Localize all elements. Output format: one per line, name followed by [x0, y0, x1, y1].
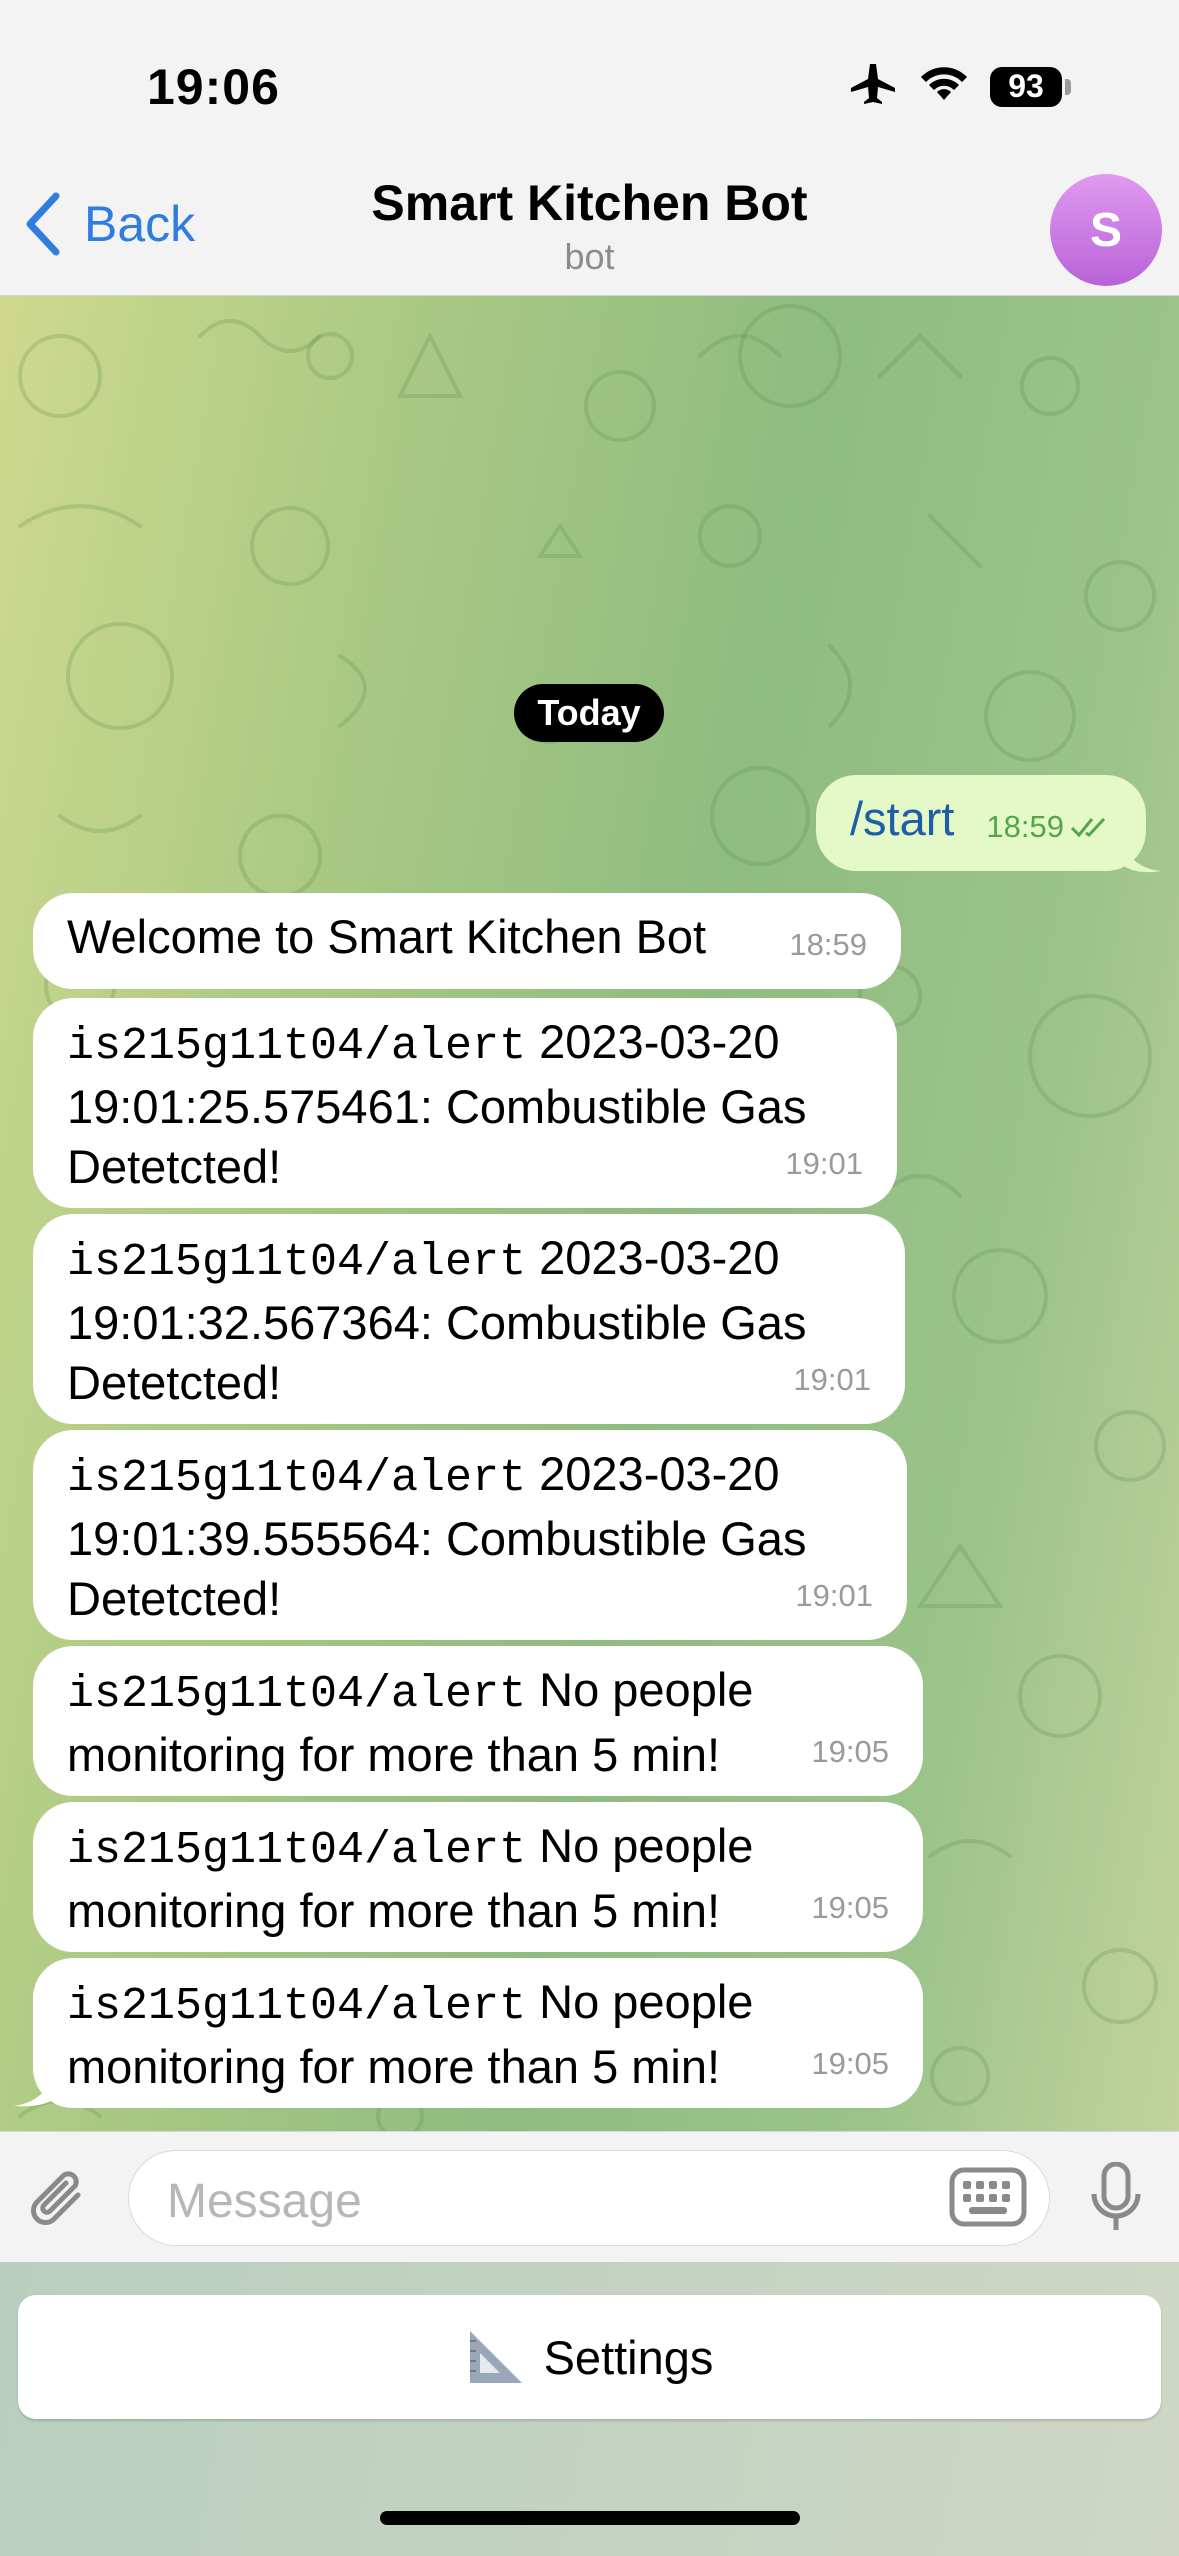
- message-time: 18:59: [986, 797, 1112, 857]
- avatar[interactable]: S: [1050, 174, 1162, 286]
- paperclip-icon[interactable]: [28, 2165, 94, 2240]
- chat-area[interactable]: Today /start 18:59 Welcome to Smart Kitc…: [0, 296, 1179, 2131]
- settings-label: Settings: [543, 2330, 714, 2384]
- message-line: is215g11t04/alert 2023-03-20: [67, 1015, 780, 1072]
- message-field[interactable]: [128, 2150, 1050, 2246]
- airplane-icon: [848, 62, 898, 111]
- top-bar: 19:06 93 Back Smart Kitchen Bot bot S: [0, 0, 1179, 296]
- message-text: /start: [850, 792, 955, 845]
- message-line: is215g11t04/alert 2023-03-20: [67, 1447, 780, 1504]
- incoming-message[interactable]: is215g11t04/alert 2023-03-20 19:01:39.55…: [33, 1430, 907, 1640]
- double-check-icon: [1070, 817, 1106, 838]
- message-line: Detetcted!: [67, 1140, 282, 1193]
- message-time: 19:01: [795, 1578, 873, 1613]
- message-time: 19:01: [785, 1146, 863, 1181]
- status-time: 19:06: [147, 59, 280, 115]
- message-line: monitoring for more than 5 min!: [67, 2040, 721, 2093]
- incoming-message[interactable]: is215g11t04/alert 2023-03-20 19:01:25.57…: [33, 998, 897, 1208]
- message-topic: is215g11t04/alert: [67, 1981, 527, 2032]
- bubble-tail: [1122, 841, 1162, 873]
- message-time: 19:05: [811, 1734, 889, 1769]
- incoming-message[interactable]: is215g11t04/alert No people monitoring f…: [33, 1958, 923, 2108]
- incoming-message[interactable]: Welcome to Smart Kitchen Bot 18:59: [33, 893, 901, 989]
- message-line: 19:01:32.567364: Combustible Gas: [67, 1296, 807, 1349]
- outgoing-message[interactable]: /start 18:59: [816, 775, 1146, 871]
- microphone-icon[interactable]: [1090, 2161, 1142, 2239]
- message-line: monitoring for more than 5 min!: [67, 1728, 721, 1781]
- status-icons: 93: [848, 62, 1071, 111]
- keyboard-icon[interactable]: [949, 2167, 1027, 2232]
- chat-title[interactable]: Smart Kitchen Bot: [0, 174, 1179, 232]
- message-line: monitoring for more than 5 min!: [67, 1884, 721, 1937]
- wifi-icon: [920, 64, 968, 109]
- bot-keyboard: Settings: [0, 2262, 1179, 2556]
- chat-subtitle: bot: [564, 236, 615, 277]
- message-topic: is215g11t04/alert: [67, 1453, 527, 1504]
- message-line: Detetcted!: [67, 1356, 282, 1409]
- battery-icon: 93: [990, 66, 1071, 107]
- triangle-ruler-icon: [469, 2331, 522, 2383]
- message-line: 19:01:25.575461: Combustible Gas: [67, 1080, 807, 1133]
- bubble-tail: [14, 2072, 56, 2107]
- incoming-message[interactable]: is215g11t04/alert No people monitoring f…: [33, 1646, 923, 1796]
- message-time: 19:01: [793, 1362, 871, 1397]
- message-topic: is215g11t04/alert: [67, 1237, 527, 1288]
- incoming-message[interactable]: is215g11t04/alert 2023-03-20 19:01:32.56…: [33, 1214, 905, 1424]
- message-time: 19:05: [811, 1890, 889, 1925]
- message-time: 19:05: [811, 2046, 889, 2081]
- settings-button[interactable]: Settings: [18, 2295, 1161, 2419]
- message-line: 19:01:39.555564: Combustible Gas: [67, 1512, 807, 1565]
- message-topic: is215g11t04/alert: [67, 1669, 527, 1720]
- date-separator: Today: [514, 684, 664, 742]
- message-line: is215g11t04/alert No people: [67, 1819, 754, 1876]
- battery-level: 93: [990, 66, 1062, 107]
- message-text: Welcome to Smart Kitchen Bot: [67, 910, 707, 963]
- message-line: is215g11t04/alert 2023-03-20: [67, 1231, 780, 1288]
- incoming-message[interactable]: is215g11t04/alert No people monitoring f…: [33, 1802, 923, 1952]
- message-line: Detetcted!: [67, 1572, 282, 1625]
- composer: [0, 2131, 1179, 2262]
- message-line: is215g11t04/alert No people: [67, 1975, 754, 2032]
- message-input[interactable]: [165, 2173, 949, 2230]
- home-indicator[interactable]: [380, 2511, 800, 2525]
- message-topic: is215g11t04/alert: [67, 1825, 527, 1876]
- message-time: 18:59: [789, 927, 867, 962]
- message-topic: is215g11t04/alert: [67, 1021, 527, 1072]
- message-line: is215g11t04/alert No people: [67, 1663, 754, 1720]
